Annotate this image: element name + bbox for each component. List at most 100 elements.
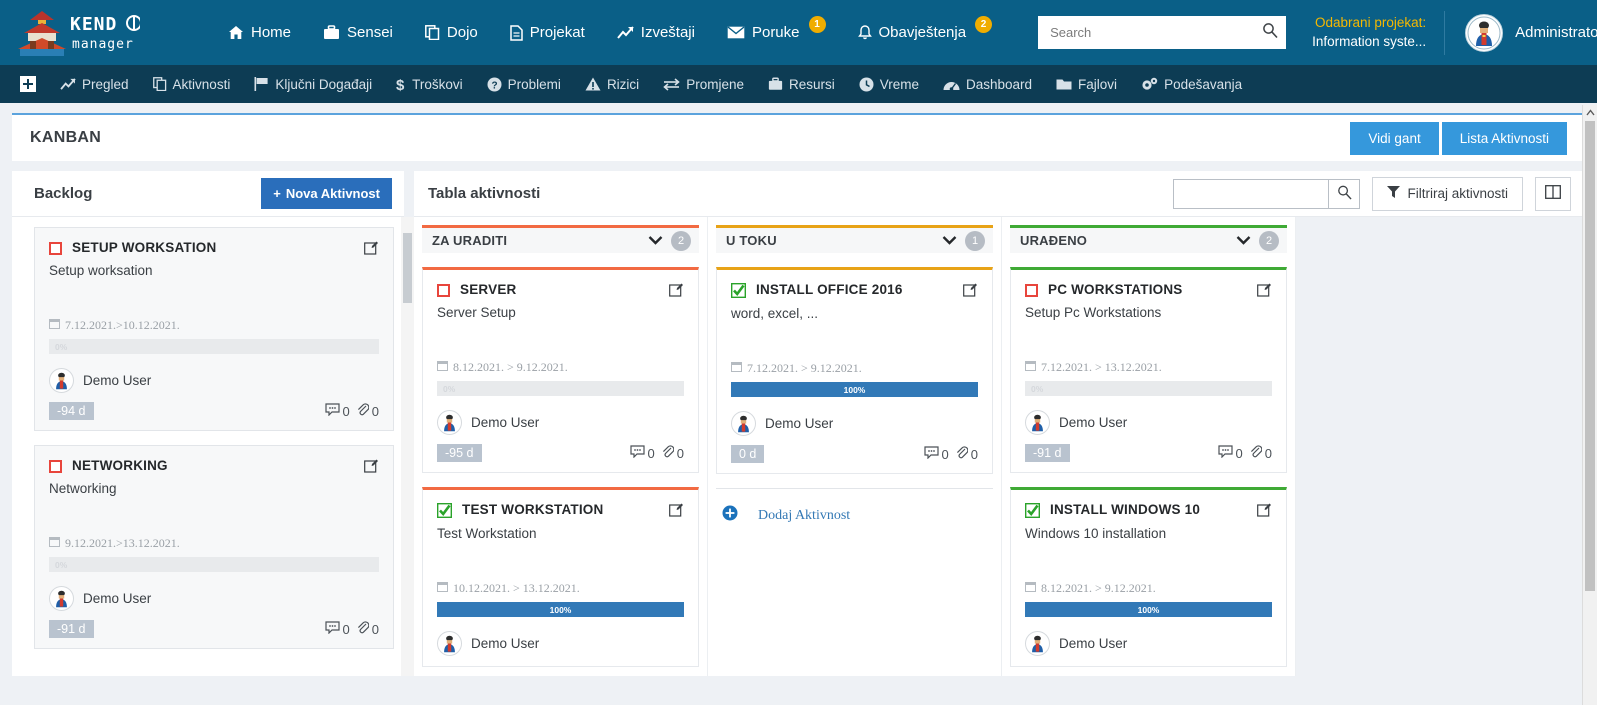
card-counters: 0 0	[325, 621, 379, 637]
file-icon	[510, 25, 523, 41]
app-logo[interactable]: KEND manager	[12, 7, 142, 59]
board-search-button[interactable]	[1328, 179, 1360, 209]
nav-item-dojo[interactable]: Dojo	[409, 16, 494, 49]
columns-icon	[1545, 185, 1561, 202]
column-name: URAĐENO	[1020, 233, 1087, 248]
flag-icon	[254, 77, 269, 91]
home-icon	[228, 25, 244, 40]
backlog-header: Backlog + Nova Aktivnost	[12, 171, 404, 217]
edit-icon[interactable]	[364, 240, 379, 260]
view-gantt-button[interactable]: Vidi gant	[1350, 122, 1438, 155]
page-header-actions: Vidi gant Lista Aktivnosti	[1350, 122, 1567, 155]
card-counters: 0 0	[1218, 445, 1272, 461]
sidebar-item-label: Pregled	[82, 77, 129, 92]
activity-card[interactable]: INSTALL WINDOWS 10 Windows 10 installati…	[1010, 487, 1287, 667]
chevron-down-icon[interactable]	[942, 232, 957, 250]
activity-card[interactable]: PC WORKSTATIONS Setup Pc Workstations 7.…	[1010, 267, 1287, 473]
status-done-icon	[437, 503, 452, 523]
attachment-icon	[661, 445, 674, 461]
column-count-badge: 2	[1259, 231, 1279, 251]
days-badge: -91 d	[1025, 444, 1070, 462]
sidebar-item-problemi[interactable]: ? Problemi	[475, 77, 573, 92]
activity-list-button[interactable]: Lista Aktivnosti	[1442, 122, 1567, 155]
sidebar-item-fajlovi[interactable]: Fajlovi	[1044, 77, 1129, 92]
assignee-name: Demo User	[83, 373, 151, 388]
sidebar-item-rizici[interactable]: Rizici	[573, 77, 651, 92]
attachment-icon	[955, 446, 968, 462]
calendar-icon	[437, 581, 448, 596]
scroll-up-arrow[interactable]	[1583, 105, 1597, 120]
new-activity-button[interactable]: + Nova Aktivnost	[261, 178, 392, 209]
edit-icon[interactable]	[669, 502, 684, 522]
edit-icon[interactable]	[1257, 282, 1272, 302]
avatar	[437, 410, 462, 435]
backlog-card[interactable]: SETUP WORKSATION Setup worksation 7.12.2…	[34, 227, 394, 431]
card-dates: 9.12.2021.>13.12.2021.	[49, 536, 379, 551]
card-assignee: Demo User	[1025, 631, 1272, 656]
sidebar-item-dashboard[interactable]: Dashboard	[931, 77, 1044, 92]
activity-card[interactable]: TEST WORKSTATION Test Workstation 10.12.…	[422, 487, 699, 667]
nav-item-obavjestenja[interactable]: Obavještenja 2	[842, 16, 1009, 49]
attachment-count: 0	[372, 404, 379, 419]
board-search-input[interactable]	[1173, 179, 1328, 209]
sidebar-item-podesavanja[interactable]: Podešavanja	[1129, 77, 1254, 92]
card-dates: 7.12.2021. > 9.12.2021.	[731, 361, 978, 376]
sidebar-item-label: Dashboard	[966, 77, 1032, 92]
backlog-card[interactable]: NETWORKING Networking 9.12.2021.>13.12.2…	[34, 445, 394, 649]
plus-icon: +	[273, 186, 281, 201]
top-navigation-bar: KEND manager Home Sensei Dojo	[0, 0, 1597, 65]
assignee-name: Demo User	[471, 415, 539, 430]
sidebar-item-vreme[interactable]: Vreme	[847, 77, 931, 92]
sidebar-item-kljucni-dogadjaji[interactable]: Ključni Događaji	[242, 77, 384, 92]
sidebar-item-promjene[interactable]: Promjene	[651, 77, 756, 92]
edit-icon[interactable]	[1257, 502, 1272, 522]
card-counters: 0 0	[924, 446, 978, 462]
attachment-icon	[356, 621, 369, 637]
card-description: Server Setup	[437, 305, 684, 320]
nav-item-izvestaji[interactable]: Izveštaji	[601, 16, 711, 49]
add-activity-link[interactable]: Dodaj Aktivnost	[758, 508, 850, 524]
scrollbar-thumb[interactable]	[403, 233, 412, 303]
nav-item-sensei[interactable]: Sensei	[307, 16, 409, 49]
activity-card[interactable]: INSTALL OFFICE 2016 word, excel, ... 7.1…	[716, 267, 993, 474]
filter-activities-button[interactable]: Filtriraj aktivnosti	[1372, 177, 1523, 211]
sidebar-item-pregled[interactable]: Pregled	[48, 77, 141, 92]
nav-item-projekat[interactable]: Projekat	[494, 16, 601, 49]
chevron-down-icon[interactable]	[648, 232, 663, 250]
plus-circle-icon[interactable]	[722, 505, 738, 526]
chevron-down-icon[interactable]	[1236, 232, 1251, 250]
bell-icon	[858, 25, 872, 41]
card-footer: 0 d 0	[731, 445, 978, 463]
days-badge: -95 d	[437, 444, 482, 462]
board-layout-button[interactable]	[1535, 177, 1571, 211]
edit-icon[interactable]	[364, 458, 379, 478]
status-done-icon	[731, 283, 746, 303]
nav-item-poruke[interactable]: Poruke 1	[711, 16, 842, 49]
comment-icon	[325, 403, 340, 419]
search-input[interactable]	[1038, 16, 1286, 49]
assignee-name: Demo User	[471, 636, 539, 651]
activity-card[interactable]: SERVER Server Setup 8.12.2021. > 9.12.20…	[422, 267, 699, 473]
nav-item-label: Home	[251, 24, 291, 41]
sidebar-item-troskovi[interactable]: $ Troškovi	[384, 77, 475, 92]
selected-project[interactable]: Odabrani projekat: Information syste...	[1312, 14, 1426, 50]
nav-item-home[interactable]: Home	[212, 16, 307, 49]
user-menu[interactable]: Administrator	[1444, 11, 1597, 55]
calendar-icon	[1025, 581, 1036, 596]
status-open-icon	[49, 242, 62, 255]
global-search[interactable]	[1038, 16, 1286, 49]
backlog-scrollbar[interactable]	[401, 217, 414, 676]
folder-icon	[1056, 78, 1072, 91]
card-dates: 8.12.2021. > 9.12.2021.	[1025, 581, 1272, 596]
board-search[interactable]	[1173, 179, 1360, 209]
add-activity-row[interactable]: Dodaj Aktivnost	[716, 488, 993, 526]
edit-icon[interactable]	[669, 282, 684, 302]
scrollbar-thumb[interactable]	[1585, 121, 1595, 591]
card-description: Setup Pc Workstations	[1025, 305, 1272, 320]
sidebar-item-aktivnosti[interactable]: Aktivnosti	[141, 77, 243, 92]
page-scrollbar[interactable]	[1582, 105, 1597, 705]
grid-plus-icon[interactable]	[8, 76, 48, 92]
sidebar-item-resursi[interactable]: Resursi	[756, 77, 847, 92]
edit-icon[interactable]	[963, 282, 978, 302]
attachment-count: 0	[372, 622, 379, 637]
